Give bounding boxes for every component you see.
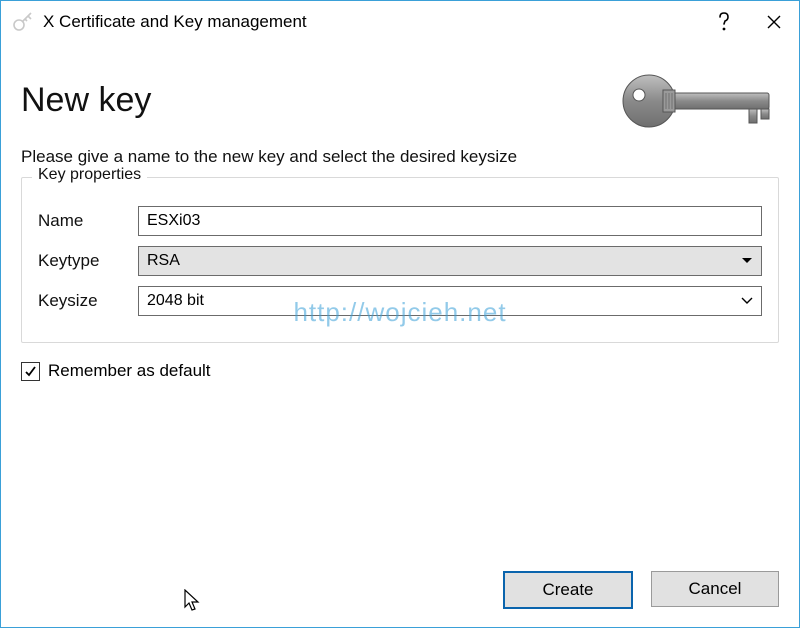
chevron-down-icon (741, 252, 753, 270)
name-input[interactable] (138, 206, 762, 236)
instruction-text: Please give a name to the new key and se… (21, 147, 779, 167)
name-label: Name (38, 211, 138, 231)
key-properties-group: Key properties Name Keytype RSA Keys (21, 177, 779, 343)
keysize-value: 2048 bit (147, 292, 204, 310)
window-title: X Certificate and Key management (43, 12, 699, 32)
dialog-window: X Certificate and Key management New key (0, 0, 800, 628)
button-row: Create Cancel (503, 571, 779, 609)
help-button[interactable] (699, 1, 749, 43)
keytype-value: RSA (147, 252, 180, 270)
key-graphic-icon (619, 71, 779, 141)
keytype-label: Keytype (38, 251, 138, 271)
group-legend: Key properties (32, 166, 147, 184)
create-button-label: Create (542, 580, 593, 600)
keysize-label: Keysize (38, 291, 138, 311)
cancel-button[interactable]: Cancel (651, 571, 779, 607)
create-button[interactable]: Create (503, 571, 633, 609)
page-title: New key (21, 81, 151, 120)
key-icon (9, 8, 37, 36)
dialog-content: New key (1, 43, 799, 381)
cursor-icon (184, 589, 204, 619)
keytype-select[interactable]: RSA (138, 246, 762, 276)
keysize-select[interactable]: 2048 bit (138, 286, 762, 316)
remember-default-checkbox[interactable] (21, 362, 40, 381)
cancel-button-label: Cancel (689, 579, 742, 599)
remember-default-label: Remember as default (48, 361, 211, 381)
close-button[interactable] (749, 1, 799, 43)
chevron-down-icon (741, 292, 753, 310)
titlebar: X Certificate and Key management (1, 1, 799, 43)
